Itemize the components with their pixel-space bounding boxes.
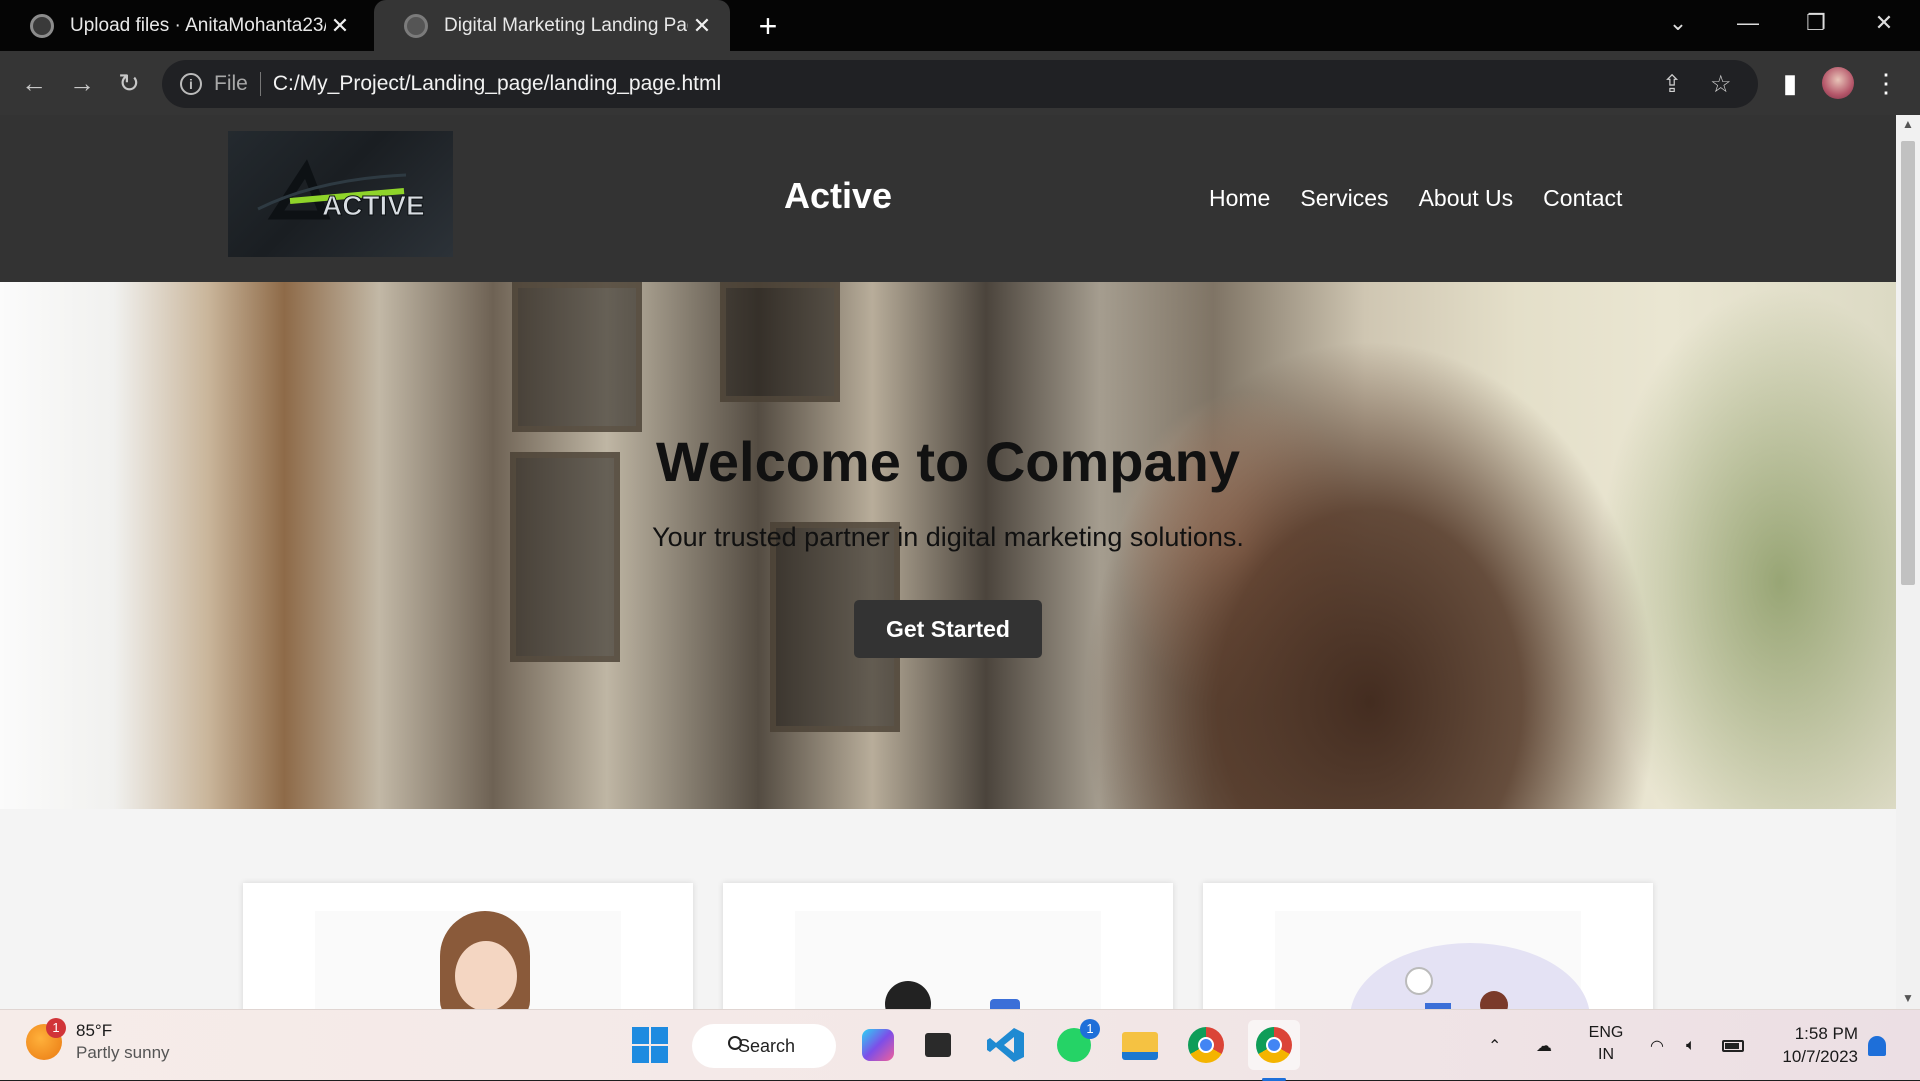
side-panel-icon[interactable]: ▮ (1768, 61, 1812, 105)
search-label: Search (738, 1035, 796, 1056)
nav-services[interactable]: Services (1300, 185, 1388, 212)
reload-button[interactable]: ↻ (107, 61, 151, 105)
address-scheme: File (214, 72, 248, 95)
site-title: Active (784, 175, 893, 216)
hero-subtitle: Your trusted partner in digital marketin… (652, 522, 1244, 552)
bookmark-star-icon[interactable]: ☆ (1710, 70, 1732, 99)
nav-home[interactable]: Home (1209, 185, 1270, 212)
start-windows-icon[interactable] (628, 1023, 672, 1067)
hero-section: Welcome to Company Your trusted partner … (0, 282, 1896, 809)
nav-about-us[interactable]: About Us (1419, 185, 1514, 212)
battery-icon[interactable] (1722, 1010, 1744, 1081)
whatsapp-badge: 1 (1080, 1019, 1100, 1039)
weather-temperature: 85°F (76, 1021, 113, 1040)
minimize-button[interactable]: — (1720, 0, 1776, 51)
weather-condition: Partly sunny (76, 1043, 170, 1062)
file-explorer-icon[interactable] (1118, 1023, 1162, 1067)
language-line2: IN (1598, 1046, 1614, 1063)
page-scrollbar[interactable]: ▲ ▼ (1896, 115, 1920, 1009)
tab-landing-page[interactable]: Digital Marketing Landing Page ✕ (374, 0, 730, 51)
copilot-icon[interactable] (856, 1023, 900, 1067)
site-logo[interactable]: ACTIVE (228, 131, 453, 257)
browser-toolbar: ← → ↻ i File C:/My_Project/Landing_page/… (0, 51, 1920, 115)
address-separator (259, 72, 261, 96)
scroll-up-icon[interactable]: ▲ (1896, 117, 1920, 131)
card-illustration (315, 911, 621, 1009)
wifi-icon[interactable]: ◠ (1650, 1010, 1664, 1081)
hero-title: Welcome to Company (656, 430, 1240, 493)
card-illustration (1275, 911, 1590, 1009)
show-hidden-icons-chevron-up-icon[interactable]: ⌃ (1488, 1010, 1501, 1081)
task-view-icon[interactable] (916, 1023, 960, 1067)
tab-title: Upload files · AnitaMohanta23/C (70, 14, 326, 36)
chrome-profile-icon[interactable] (1248, 1020, 1300, 1081)
address-bar[interactable]: i File C:/My_Project/Landing_page/landin… (162, 60, 1758, 108)
search-icon (728, 1036, 742, 1050)
back-button[interactable]: ← (12, 61, 56, 105)
profile-avatar[interactable] (1816, 61, 1860, 105)
taskbar-search[interactable]: Search (692, 1024, 836, 1068)
restore-button[interactable]: ❐ (1788, 0, 1844, 51)
clock-time: 1:58 PM (1794, 1024, 1858, 1043)
windows-taskbar: 1 85°F Partly sunny Search 1 ⌃ ☁ ENG IN … (0, 1009, 1920, 1081)
service-card[interactable] (243, 883, 693, 1009)
card-illustration (795, 911, 1101, 1009)
logo-text: ACTIVE (322, 190, 425, 221)
nav-contact[interactable]: Contact (1543, 185, 1622, 212)
weather-badge: 1 (46, 1018, 66, 1038)
get-started-button[interactable]: Get Started (854, 600, 1042, 658)
scroll-thumb[interactable] (1901, 141, 1915, 585)
vscode-icon[interactable] (984, 1023, 1028, 1067)
hero-background-frame (720, 282, 840, 402)
address-url[interactable]: C:/My_Project/Landing_page/landing_page.… (273, 72, 721, 96)
clock-date: 10/7/2023 (1782, 1047, 1858, 1066)
info-icon[interactable]: i (180, 73, 202, 95)
weather-widget[interactable]: 1 85°F Partly sunny (26, 1018, 170, 1064)
github-icon (30, 13, 54, 38)
onedrive-cloud-icon[interactable]: ☁ (1536, 1010, 1552, 1081)
menu-kebab-icon[interactable]: ⋮ (1864, 61, 1908, 105)
close-window-button[interactable]: ✕ (1856, 0, 1912, 51)
web-page: ACTIVE Active Home Services About Us Con… (0, 115, 1896, 1009)
site-header: ACTIVE Active Home Services About Us Con… (0, 115, 1896, 282)
tab-title: Digital Marketing Landing Page (444, 14, 688, 36)
volume-icon[interactable]: 🔈︎ (1686, 1010, 1696, 1081)
close-icon[interactable]: ✕ (326, 13, 354, 39)
share-icon[interactable]: ⇪ (1662, 70, 1682, 99)
hero-background-frame (512, 282, 642, 432)
site-nav: Home Services About Us Contact (1209, 185, 1652, 212)
forward-button[interactable]: → (60, 61, 104, 105)
close-icon[interactable]: ✕ (688, 13, 716, 39)
tab-search-chevron-icon[interactable]: ⌄ (1650, 0, 1706, 51)
tab-upload-files[interactable]: Upload files · AnitaMohanta23/C ✕ (0, 0, 368, 51)
service-card[interactable] (1203, 883, 1653, 1009)
whatsapp-icon[interactable]: 1 (1052, 1019, 1100, 1067)
language-line1: ENG (1588, 1024, 1624, 1041)
logo-graphic: ACTIVE (257, 159, 425, 222)
globe-icon (404, 13, 428, 38)
chrome-icon[interactable] (1184, 1023, 1228, 1067)
new-tab-button[interactable]: + (748, 6, 788, 46)
service-card[interactable] (723, 883, 1173, 1009)
partly-sunny-icon: 1 (26, 1018, 66, 1060)
scroll-down-icon[interactable]: ▼ (1896, 991, 1920, 1005)
notification-bell-icon[interactable] (1868, 1010, 1886, 1081)
language-indicator[interactable]: ENG IN (1584, 1022, 1628, 1066)
system-clock[interactable]: 1:58 PM 10/7/2023 (1768, 1022, 1858, 1068)
browser-tab-strip: Upload files · AnitaMohanta23/C ✕ Digita… (0, 0, 1920, 51)
